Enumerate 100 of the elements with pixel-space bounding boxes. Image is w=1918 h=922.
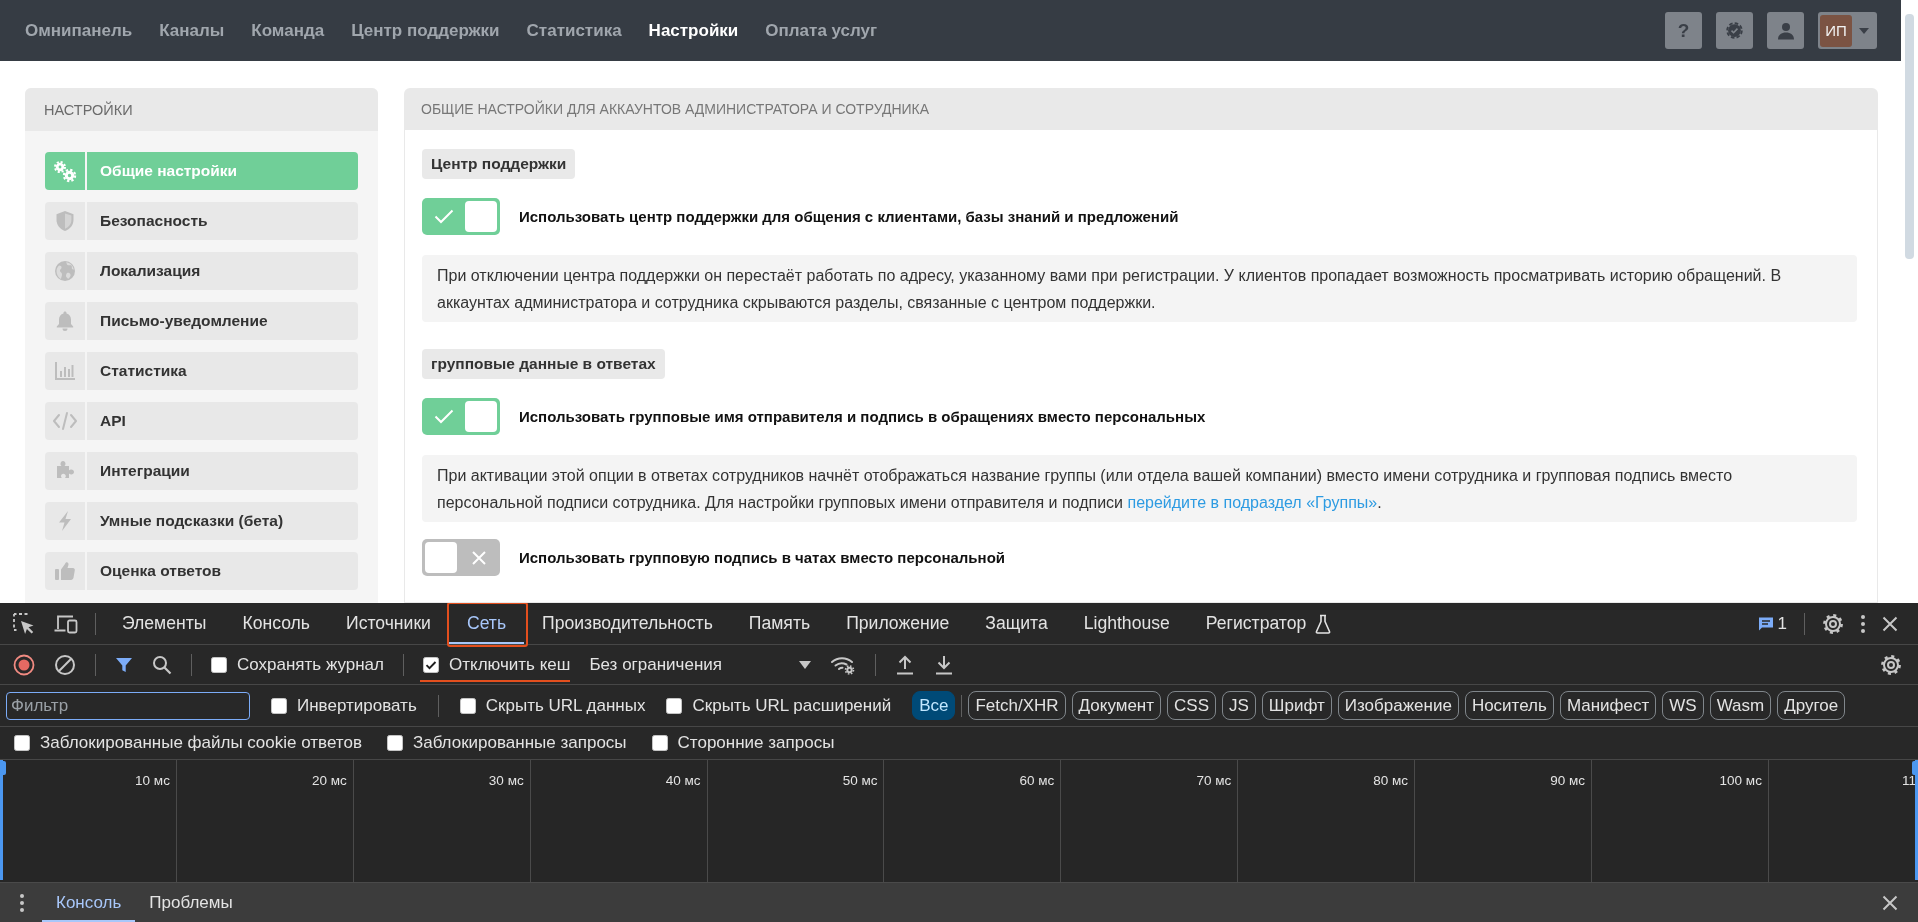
devtools-tab[interactable]: Производительность	[524, 603, 731, 644]
download-icon[interactable]	[934, 653, 955, 676]
sidebar-item[interactable]: Умные подсказки (бета)	[45, 502, 358, 540]
checkbox[interactable]	[271, 697, 287, 714]
nav-link[interactable]: Каналы	[159, 20, 225, 41]
time-tick-label: 11	[1902, 773, 1916, 788]
sidebar-item[interactable]: Локализация	[45, 252, 358, 290]
switch-knob	[465, 201, 497, 232]
filter-chip[interactable]: Манифест	[1559, 691, 1657, 720]
sidebar-item[interactable]: Письмо-уведомление	[45, 302, 358, 340]
checkbox[interactable]	[211, 656, 227, 673]
close-icon[interactable]	[1882, 615, 1898, 632]
inspect-icon[interactable]	[13, 612, 35, 635]
check-icon	[433, 409, 454, 424]
checkbox[interactable]	[423, 656, 439, 673]
sidebar-item[interactable]: Интеграции	[45, 452, 358, 490]
devices-icon[interactable]	[54, 613, 78, 634]
sidebar-item[interactable]: Оценка ответов	[45, 552, 358, 590]
nav-link[interactable]: Настройки	[648, 20, 739, 41]
more-icon[interactable]	[20, 893, 24, 912]
devtools-tab[interactable]: Защита	[967, 603, 1066, 644]
checkbox[interactable]	[666, 697, 683, 714]
drawer-tab[interactable]: Консоль	[42, 883, 136, 922]
devtools-tab[interactable]: Регистратор	[1187, 603, 1350, 644]
filter-chip[interactable]: CSS	[1167, 691, 1216, 720]
upload-icon[interactable]	[895, 653, 916, 676]
time-tick-label: 30 мс	[488, 773, 524, 788]
switch-knob	[425, 542, 457, 573]
toggle-switch[interactable]	[422, 198, 500, 235]
filter-chip[interactable]: JS	[1222, 691, 1256, 720]
time-tick-label: 20 мс	[311, 773, 347, 788]
nav-link[interactable]: Статистика	[526, 20, 622, 41]
nav-link[interactable]: Оплата услуг	[765, 20, 878, 41]
nav-link[interactable]: Центр поддержки	[351, 20, 500, 41]
stop-recording-icon[interactable]	[13, 653, 35, 676]
verified-badge-icon[interactable]	[1726, 22, 1743, 39]
close-icon[interactable]	[1882, 894, 1898, 911]
filter-chip[interactable]: Другое	[1777, 691, 1846, 720]
devtools-tab[interactable]: Lighthouse	[1065, 603, 1188, 644]
devtools-tab[interactable]: Элементы	[104, 603, 225, 644]
filter-chip[interactable]: Wasm	[1709, 691, 1772, 720]
checkbox[interactable]	[386, 735, 403, 751]
checkbox-label[interactable]: Сохранять журнал	[237, 654, 384, 675]
message-icon	[1757, 615, 1774, 632]
checkbox-label[interactable]: Инвертировать	[297, 695, 417, 716]
filter-chip[interactable]: Изображение	[1337, 691, 1459, 720]
globe-icon	[54, 260, 76, 282]
devtools-tab[interactable]: Сеть	[448, 603, 525, 644]
toggle-switch[interactable]	[422, 398, 500, 435]
settings-icon[interactable]	[1880, 653, 1902, 676]
nav-link[interactable]: Команда	[251, 20, 325, 41]
filter-chip[interactable]: WS	[1662, 691, 1704, 720]
filter-chip[interactable]: Все	[912, 691, 956, 720]
gears-icon	[53, 159, 77, 183]
sidebar-item[interactable]: API	[45, 402, 358, 440]
nav-link[interactable]: Омнипанель	[25, 20, 133, 41]
filter-icon[interactable]	[115, 655, 133, 674]
code-icon	[52, 411, 78, 431]
checkbox-label[interactable]: Заблокированные файлы cookie ответов	[40, 733, 362, 753]
checkbox[interactable]	[651, 735, 668, 751]
check-icon	[433, 209, 454, 224]
toggle-label: Использовать групповую подпись в чатах вместо персональной	[519, 549, 1006, 566]
checkbox-label[interactable]: Скрыть URL расширений	[692, 695, 892, 716]
scrollbar-thumb[interactable]	[1905, 14, 1914, 259]
settings-icon[interactable]	[1822, 612, 1844, 635]
filter-input[interactable]: Фильтр	[6, 691, 250, 720]
more-icon[interactable]	[1861, 614, 1865, 633]
drawer-tab[interactable]: Проблемы	[135, 883, 247, 922]
section-label: групповые данные в ответах	[422, 349, 665, 379]
checkbox-label[interactable]: Сторонние запросы	[677, 733, 835, 753]
profile-menu-button[interactable]: ИП	[1818, 12, 1877, 49]
time-tick-label: 80 мс	[1373, 773, 1409, 788]
filter-chip[interactable]: Документ	[1071, 691, 1162, 720]
clear-icon[interactable]	[54, 653, 76, 676]
checkbox-label[interactable]: Скрыть URL данных	[485, 695, 646, 716]
filter-chip[interactable]: Шрифт	[1261, 691, 1332, 720]
checkbox-label[interactable]: Заблокированные запросы	[412, 733, 627, 753]
search-icon[interactable]	[152, 654, 172, 675]
description-text: При активации этой опции в ответах сотрудников начнёт отображаться название группы (или отдела вашей компании) вместо имени сотрудника и групповая подпись вместо персональной подписи сотрудника. Для настройки групповых имени отправителя и подписи перейдите в подраздел «Группы».	[422, 455, 1857, 522]
devtools-tab[interactable]: Приложение	[828, 603, 968, 644]
time-tick-label: 70 мс	[1196, 773, 1232, 788]
time-tick-label: 60 мс	[1019, 773, 1055, 788]
caret-icon	[799, 660, 812, 669]
devtools-tab[interactable]: Источники	[328, 603, 449, 644]
caret-icon	[1859, 27, 1869, 34]
issues-button[interactable]: 1	[1757, 613, 1787, 634]
checkbox[interactable]	[14, 735, 30, 751]
range-handle[interactable]	[0, 760, 6, 880]
sidebar-item[interactable]: Статистика	[45, 352, 358, 390]
time-tick-label: 100 мс	[1719, 773, 1762, 788]
sidebar-item[interactable]: Безопасность	[45, 202, 358, 240]
devtools-tab[interactable]: Консоль	[224, 603, 328, 644]
throttling-dropdown[interactable]: Без ограничения	[589, 654, 812, 675]
filter-chip[interactable]: Fetch/XHR	[968, 691, 1066, 720]
user-icon[interactable]	[1776, 21, 1795, 40]
filter-chip[interactable]: Носитель	[1464, 691, 1554, 720]
toggle-switch[interactable]	[422, 539, 500, 576]
checkbox-label[interactable]: Отключить кеш	[449, 654, 571, 675]
devtools-tab[interactable]: Память	[730, 603, 829, 644]
checkbox[interactable]	[459, 697, 476, 714]
